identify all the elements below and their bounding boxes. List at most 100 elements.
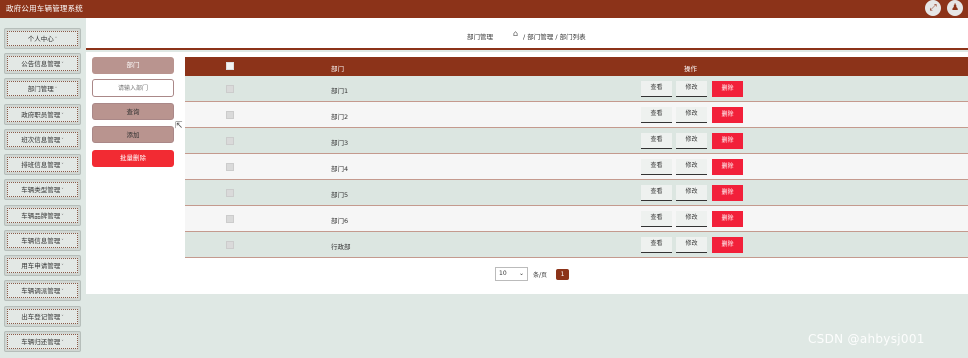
- sidebar-item-label: 政府职员管理: [21, 111, 61, 119]
- chevron-down-icon: ˅: [61, 138, 64, 144]
- add-button[interactable]: 添加: [92, 126, 174, 143]
- watermark: CSDN @ahbysj001: [808, 332, 925, 346]
- batch-delete-button[interactable]: 批量删除: [92, 150, 174, 167]
- view-button[interactable]: 查看: [641, 107, 672, 123]
- edit-button[interactable]: 修改: [676, 185, 707, 201]
- table-row: 部门6 查看 修改 删除: [185, 206, 968, 232]
- home-icon[interactable]: ⌂: [513, 29, 518, 38]
- sidebar-item-vehicle-brands[interactable]: 车辆品牌管理˅: [4, 205, 81, 226]
- row-checkbox[interactable]: [226, 111, 234, 119]
- chevron-down-icon: ⌄: [518, 270, 524, 277]
- sidebar-item-label: 车辆信息管理: [21, 237, 61, 245]
- page-size-select[interactable]: 10 ⌄: [495, 267, 528, 281]
- table-row: 部门5 查看 修改 删除: [185, 180, 968, 206]
- delete-button[interactable]: 删除: [712, 211, 743, 227]
- department-name: 部门3: [331, 139, 349, 147]
- edit-button[interactable]: 修改: [676, 237, 707, 253]
- department-name: 行政部: [331, 243, 351, 251]
- app-title: 政府公用车辆管理系统: [6, 4, 83, 13]
- edit-button[interactable]: 修改: [676, 107, 707, 123]
- table-row: 部门3 查看 修改 删除: [185, 128, 968, 154]
- sidebar-item-announcements[interactable]: 公告信息管理˅: [4, 53, 81, 74]
- sidebar-item-personal-center[interactable]: 个人中心˅: [4, 28, 81, 49]
- delete-button[interactable]: 删除: [712, 237, 743, 253]
- sidebar: 个人中心˅ 公告信息管理˅ 部门管理˅ 政府职员管理˅ 班次信息管理˅ 排班信息…: [0, 18, 86, 358]
- delete-button[interactable]: 删除: [712, 159, 743, 175]
- table-row: 部门1 查看 修改 删除: [185, 76, 968, 102]
- department-name: 部门2: [331, 113, 349, 121]
- page-number-current[interactable]: 1: [556, 269, 569, 280]
- column-header-department: 部门: [331, 65, 344, 73]
- edit-button[interactable]: 修改: [676, 159, 707, 175]
- chevron-down-icon: ˅: [61, 264, 64, 270]
- sidebar-item-label: 公告信息管理: [21, 60, 61, 68]
- breadcrumb-path: / 部门管理 / 部门列表: [523, 33, 586, 41]
- delete-button[interactable]: 删除: [712, 107, 743, 123]
- edit-button[interactable]: 修改: [676, 211, 707, 227]
- row-checkbox[interactable]: [226, 85, 234, 93]
- sidebar-item-label: 用车申请管理: [21, 262, 61, 270]
- sidebar-item-departure-log[interactable]: 出车登记管理˅: [4, 306, 81, 327]
- column-header-operations: 操作: [684, 65, 697, 73]
- pagination: 10 ⌄ 条/页 1: [495, 267, 595, 283]
- sidebar-item-staff[interactable]: 政府职员管理˅: [4, 104, 81, 125]
- chevron-down-icon: ˅: [61, 239, 64, 245]
- sidebar-item-label: 个人中心: [27, 35, 54, 43]
- page-size-value: 10: [499, 270, 507, 277]
- department-name: 部门1: [331, 87, 349, 95]
- row-checkbox[interactable]: [226, 189, 234, 197]
- table-row: 部门4 查看 修改 删除: [185, 154, 968, 180]
- department-name: 部门6: [331, 217, 349, 225]
- department-name: 部门5: [331, 191, 349, 199]
- sidebar-item-vehicles[interactable]: 车辆信息管理˅: [4, 230, 81, 251]
- user-icon[interactable]: ♟: [947, 0, 963, 16]
- sidebar-item-departments[interactable]: 部门管理˅: [4, 78, 81, 99]
- sidebar-item-vehicle-return[interactable]: 车辆归还管理˅: [4, 331, 81, 352]
- breadcrumb: 部门管理 ⌂ / 部门管理 / 部门列表: [86, 18, 968, 50]
- chevron-down-icon: ˅: [61, 315, 64, 321]
- sidebar-item-vehicle-types[interactable]: 车辆类型管理˅: [4, 179, 81, 200]
- query-button[interactable]: 查询: [92, 103, 174, 120]
- top-bar: 政府公用车辆管理系统 ⤢ ♟: [0, 0, 968, 18]
- delete-button[interactable]: 删除: [712, 185, 743, 201]
- table-row: 行政部 查看 修改 删除: [185, 232, 968, 258]
- expand-arrows-icon[interactable]: ⤢: [925, 0, 941, 16]
- sidebar-item-label: 出车登记管理: [21, 313, 61, 321]
- sidebar-item-label: 班次信息管理: [21, 136, 61, 144]
- department-filter-label: 部门: [92, 57, 174, 74]
- edit-button[interactable]: 修改: [676, 81, 707, 97]
- table-header: 部门 操作: [185, 57, 968, 76]
- select-all-checkbox[interactable]: [226, 62, 234, 70]
- edit-button[interactable]: 修改: [676, 133, 707, 149]
- view-button[interactable]: 查看: [641, 133, 672, 149]
- sidebar-item-label: 部门管理: [27, 85, 54, 93]
- chevron-down-icon: ˅: [61, 163, 64, 169]
- sidebar-item-label: 车辆类型管理: [21, 186, 61, 194]
- chevron-down-icon: ˅: [61, 340, 64, 346]
- chevron-down-icon: ˅: [61, 289, 64, 295]
- sidebar-item-shifts[interactable]: 班次信息管理˅: [4, 129, 81, 150]
- breadcrumb-module: 部门管理: [467, 33, 493, 41]
- view-button[interactable]: 查看: [641, 185, 672, 201]
- sidebar-item-vehicle-requests[interactable]: 用车申请管理˅: [4, 255, 81, 276]
- view-button[interactable]: 查看: [641, 237, 672, 253]
- sidebar-item-dispatch[interactable]: 车辆调派管理˅: [4, 280, 81, 301]
- view-button[interactable]: 查看: [641, 159, 672, 175]
- delete-button[interactable]: 删除: [712, 133, 743, 149]
- table-row: 部门2 查看 修改 删除: [185, 102, 968, 128]
- delete-button[interactable]: 删除: [712, 81, 743, 97]
- sidebar-item-label: 车辆品牌管理: [21, 212, 61, 220]
- chevron-down-icon: ˅: [61, 62, 64, 68]
- department-table: 部门 操作 部门1 查看 修改 删除 部门2 查看 修改 删除 部门3 查看 修…: [185, 57, 968, 258]
- chevron-down-icon: ˅: [61, 214, 64, 220]
- view-button[interactable]: 查看: [641, 81, 672, 97]
- row-checkbox[interactable]: [226, 215, 234, 223]
- department-search-input[interactable]: [92, 79, 174, 97]
- sidebar-item-label: 车辆归还管理: [21, 338, 61, 346]
- row-checkbox[interactable]: [226, 241, 234, 249]
- sidebar-item-scheduling[interactable]: 排班信息管理˅: [4, 154, 81, 175]
- view-button[interactable]: 查看: [641, 211, 672, 227]
- row-checkbox[interactable]: [226, 163, 234, 171]
- chevron-down-icon: ˅: [61, 188, 64, 194]
- row-checkbox[interactable]: [226, 137, 234, 145]
